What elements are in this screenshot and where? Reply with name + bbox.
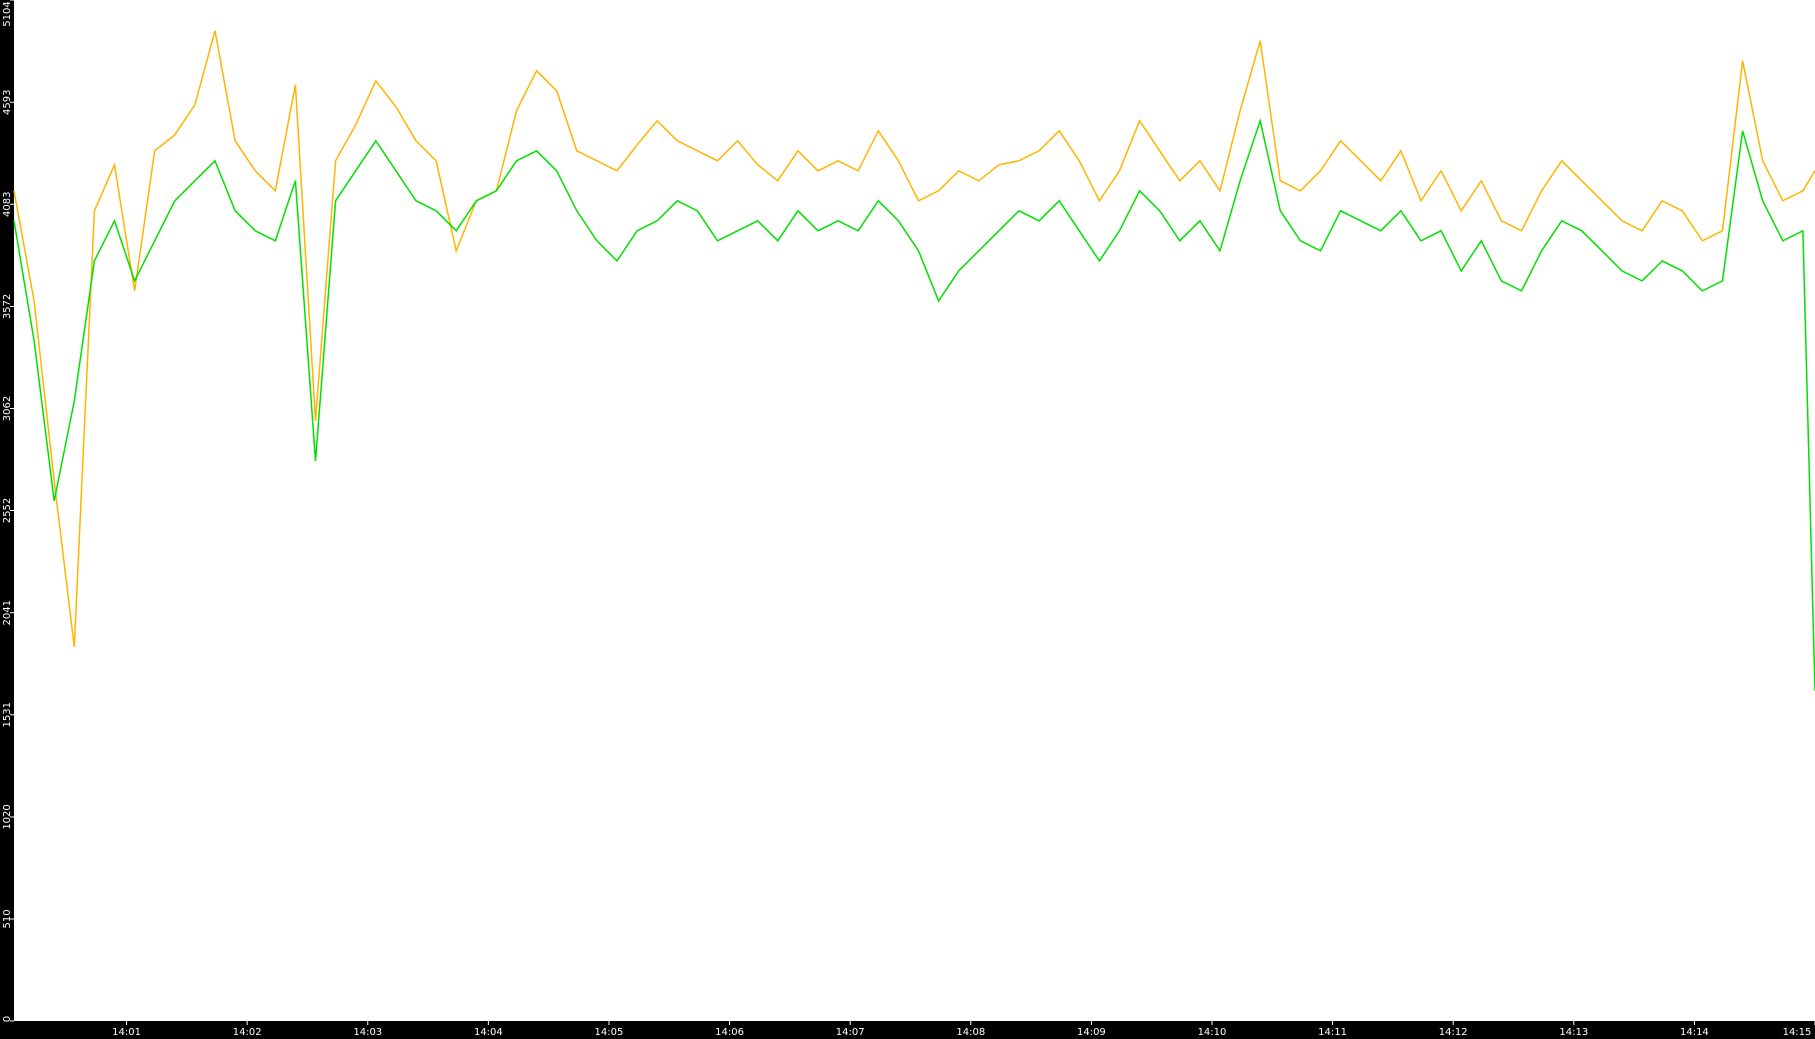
x-tick-label: 14:06 (715, 1027, 744, 1038)
chart-canvas: 0 510 1020 1531 2041 2552 3062 3572 4083 4593 5104… (0, 0, 1815, 1039)
series-line-1 (13, 118, 1815, 691)
x-tick-label: 14:03 (353, 1027, 382, 1038)
x-tick-label: 14:04 (474, 1027, 503, 1038)
y-tick-label: 1020 (2, 804, 13, 829)
y-tick-label: 3062 (2, 396, 13, 421)
x-tick-label: 14:11 (1318, 1027, 1347, 1038)
y-tick-label: 3572 (2, 294, 13, 319)
x-tick-label: 14:13 (1559, 1027, 1588, 1038)
plot-area (13, 30, 1815, 691)
y-tick-label: 4083 (2, 192, 13, 217)
x-tick-label: 14:07 (836, 1027, 865, 1038)
y-tick-label: 5104 (2, 1, 13, 26)
x-tick-label: 14:15 (1783, 1027, 1812, 1038)
x-tick-label: 14:10 (1198, 1027, 1227, 1038)
y-tick-label: 1531 (2, 702, 13, 727)
x-tick-label: 14:01 (112, 1027, 141, 1038)
x-tick-label: 14:05 (595, 1027, 624, 1038)
line-chart: 0 510 1020 1531 2041 2552 3062 3572 4083 4593 5104… (0, 0, 1815, 1039)
series-line-0 (13, 30, 1815, 647)
x-axis-strip (0, 1021, 1815, 1039)
y-tick-label: 510 (2, 909, 13, 928)
x-tick-label: 14:02 (233, 1027, 262, 1038)
y-tick-label: 2552 (2, 498, 13, 523)
y-tick-label: 4593 (2, 89, 13, 114)
y-tick-label: 2041 (2, 600, 13, 625)
x-tick-label: 14:09 (1077, 1027, 1106, 1038)
x-tick-label: 14:08 (956, 1027, 985, 1038)
x-tick-label: 14:12 (1439, 1027, 1468, 1038)
x-tick-label: 14:14 (1680, 1027, 1709, 1038)
y-tick-label: 0 (2, 1016, 13, 1022)
